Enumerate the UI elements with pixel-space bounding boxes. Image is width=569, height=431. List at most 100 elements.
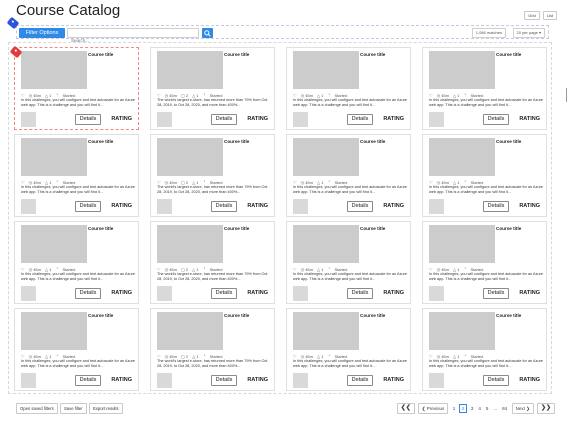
course-title: Course title [88,52,114,57]
meta-item: ◷ 45m [300,266,313,272]
meta-item: △ 1 [44,266,52,272]
course-card[interactable]: Course title ♡ ◷ 45m △ 1 ◔ Started In this ch… [14,134,139,217]
favorite-icon[interactable]: ♡ [157,180,161,185]
page-number[interactable]: 5 [484,406,490,411]
course-card[interactable]: Course title ♡ ◷ 45m △ 1 ◔ Started In this ch… [422,308,547,391]
favorite-icon[interactable]: ♡ [429,354,433,359]
favorite-icon[interactable]: ♡ [293,180,297,185]
course-title: Course title [224,226,250,231]
details-button[interactable]: Details [483,288,509,299]
status-started: Started [470,92,484,98]
page-numbers: 1 2 3 4 5... 84 [451,403,509,413]
course-rating: RATING [111,290,132,296]
course-card[interactable]: Course title ♡ ◷ 45m △ 1 ◔ Started In this ch… [422,47,547,130]
meta-item: △ 1 [44,353,52,359]
details-button[interactable]: Details [211,375,237,386]
course-card[interactable]: Course title ♡ ◷ 45m △ 1 ◔ Started In this ch… [286,47,411,130]
course-card[interactable]: Course title ♡ ◷ 45m △ 1 ◔ Started In this ch… [14,308,139,391]
first-page-button[interactable]: ❮❮ [396,402,415,414]
favorite-icon[interactable]: ♡ [157,267,161,272]
list-view-button[interactable]: List [542,11,557,20]
course-rating: RATING [111,377,132,383]
course-thumbnail [157,138,223,176]
search-button[interactable] [202,28,213,38]
details-button[interactable]: Details [75,114,101,125]
page-number[interactable]: 2 [458,403,468,413]
previous-page-button[interactable]: ❮ Previous [417,402,449,414]
author-avatar [293,286,308,301]
meta-item: △ 1 [44,179,52,185]
status-started: Started [62,179,76,185]
save-filter-button[interactable]: Save filter [60,403,87,414]
course-title: Course title [360,226,386,231]
meta-item: ◷ 45m [28,353,41,359]
details-button[interactable]: Details [211,288,237,299]
open-saved-filters-button[interactable]: Open saved filters [16,403,58,414]
favorite-icon[interactable]: ♡ [429,180,433,185]
status-started: Started [470,179,484,185]
page-number[interactable]: 1 [451,406,457,411]
filter-options-button[interactable]: Filter Options [19,28,65,38]
course-rating: RATING [383,377,404,383]
course-rating: RATING [247,203,268,209]
course-card[interactable]: Course title ♡ ◷ 45m △ 1 ◔ Started In this ch… [14,47,139,130]
course-card[interactable]: Course title ♡ ◷ 45m △ 1 ◔ Started In this ch… [286,134,411,217]
per-page-select[interactable]: 20 per page ▾ [512,28,545,38]
course-rating: RATING [383,290,404,296]
course-description: In this challenges, you will configure a… [21,272,135,281]
favorite-icon[interactable]: ♡ [157,354,161,359]
details-button[interactable]: Details [211,114,237,125]
favorite-icon[interactable]: ♡ [21,180,25,185]
course-card[interactable]: Course title ♡ ◷ 45m △ 1 ◔ Started In this ch… [286,221,411,304]
details-button[interactable]: Details [347,201,373,212]
details-button[interactable]: Details [75,288,101,299]
scrollbar[interactable] [566,88,567,102]
next-page-button[interactable]: Next ❯ [511,402,534,414]
status-started: Started [209,92,223,98]
course-title: Course title [360,313,386,318]
course-card[interactable]: Course title ♡ ◷ 45m ▢ 2 △ 1 ◔ Started The wor… [150,308,275,391]
meta-item: ▢ 2 [180,179,189,185]
details-button[interactable]: Details [211,201,237,212]
status-started: Started [334,92,348,98]
page-title: Course Catalog [16,2,121,19]
favorite-icon[interactable]: ♡ [293,93,297,98]
meta-item: ◷ 45m [436,266,449,272]
course-card[interactable]: Course title ♡ ◷ 45m △ 1 ◔ Started In this ch… [286,308,411,391]
grid-view-button[interactable]: Grid [524,11,540,20]
page-number[interactable]: 4 [477,406,483,411]
course-description: In this challenges, you will configure a… [293,272,407,281]
course-thumbnail [293,51,359,89]
favorite-icon[interactable]: ♡ [157,93,161,98]
favorite-icon[interactable]: ♡ [21,93,25,98]
course-card[interactable]: Course title ♡ ◷ 45m △ 1 ◔ Started In this ch… [14,221,139,304]
favorite-icon[interactable]: ♡ [293,354,297,359]
details-button[interactable]: Details [75,201,101,212]
course-thumbnail [293,138,359,176]
details-button[interactable]: Details [483,375,509,386]
details-button[interactable]: Details [347,375,373,386]
details-button[interactable]: Details [483,201,509,212]
course-card[interactable]: Course title ♡ ◷ 45m ▢ 2 △ 1 ◔ Started The wor… [150,47,275,130]
favorite-icon[interactable]: ♡ [429,267,433,272]
favorite-icon[interactable]: ♡ [429,93,433,98]
course-description: In this challenges, you will configure a… [293,185,407,194]
details-button[interactable]: Details [483,114,509,125]
last-page-button[interactable]: ❯❯ [536,402,555,414]
favorite-icon[interactable]: ♡ [21,267,25,272]
page-number[interactable]: 3 [469,406,475,411]
favorite-icon[interactable]: ♡ [293,267,297,272]
course-card[interactable]: Course title ♡ ◷ 45m △ 1 ◔ Started In this ch… [422,134,547,217]
course-card[interactable]: Course title ♡ ◷ 45m ▢ 2 △ 1 ◔ Started The wor… [150,134,275,217]
status-started: Started [334,266,348,272]
meta-item: ◷ 45m [300,92,313,98]
export-results-button[interactable]: Export results [89,403,123,414]
course-card[interactable]: Course title ♡ ◷ 45m △ 1 ◔ Started In this ch… [422,221,547,304]
details-button[interactable]: Details [75,375,101,386]
course-card[interactable]: Course title ♡ ◷ 45m ▢ 2 △ 1 ◔ Started The wor… [150,221,275,304]
details-button[interactable]: Details [347,114,373,125]
page-number[interactable]: 84 [501,406,509,411]
search-field[interactable] [67,28,199,45]
details-button[interactable]: Details [347,288,373,299]
favorite-icon[interactable]: ♡ [21,354,25,359]
